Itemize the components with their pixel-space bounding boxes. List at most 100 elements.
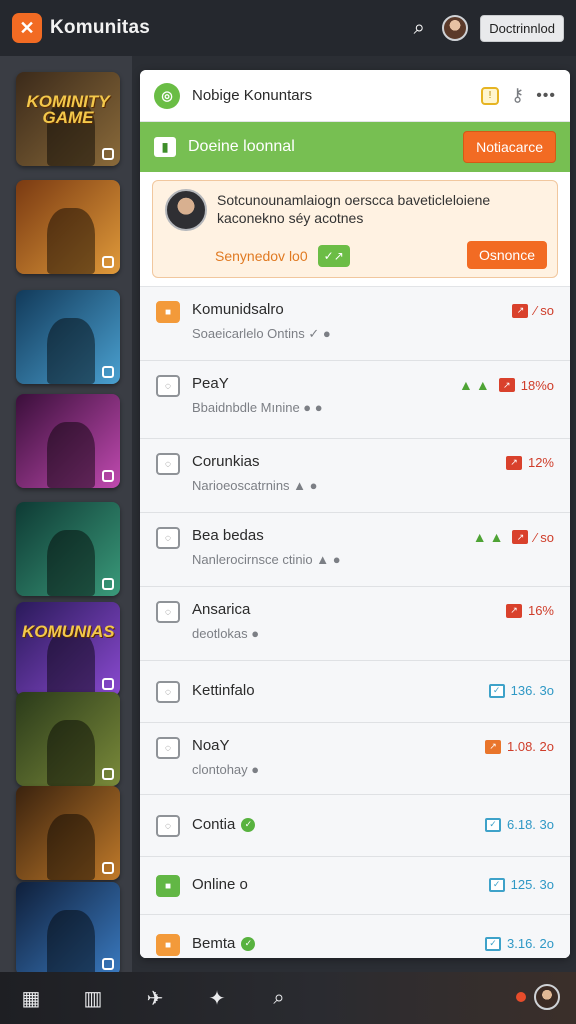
thumbnail-tag-icon <box>102 366 114 378</box>
item-title: Bea bedas <box>192 527 264 544</box>
item-stats: ✓ 3.16. 2o <box>485 936 554 951</box>
list-item[interactable]: ◌ Corunkias Narioeoscatrnins ▲ ● ↗ 12% <box>140 439 570 513</box>
chat-icon: ◌ <box>156 737 180 759</box>
list-item[interactable]: ◌ Contia ✓ ✓ 6.18. 3o <box>140 795 570 857</box>
status-tag-icon: ✓ <box>485 817 501 832</box>
check-icon: ✓ <box>241 936 256 951</box>
game-thumbnail[interactable]: KOMINITY GAME <box>16 72 120 166</box>
item-title: Ansarica <box>192 601 250 618</box>
item-title: Komunidsalro <box>192 301 284 318</box>
notice-chip[interactable]: ✓↗ <box>317 245 350 267</box>
game-thumbnail[interactable] <box>16 882 120 976</box>
status-tag-icon: ✓ <box>488 683 505 698</box>
user-avatar[interactable] <box>442 15 469 41</box>
list-item[interactable]: ◌ Kettinfalo ✓ 136. 3o <box>140 661 570 723</box>
status-tag-icon: ↗ <box>505 603 522 618</box>
item-value: 16% <box>527 603 554 618</box>
green-banner: ▮ Doeine loonnal Notiacarce <box>140 122 570 172</box>
logo-icon[interactable]: ✕ <box>12 13 42 43</box>
thumbnail-tag-icon <box>102 578 114 590</box>
item-subtitle: Narioeoscatrnins ▲ ● <box>192 478 318 493</box>
banner-title: Doeine loonnal <box>188 138 295 155</box>
game-rail: KOMINITY GAME KOMUNIAS <box>0 56 132 976</box>
header-tools: ! ⚷ ••• <box>481 85 556 106</box>
character-art <box>47 422 96 488</box>
top-actions: ⌕ Doctrinnlod <box>408 14 564 42</box>
bottom-avatar[interactable] <box>534 984 560 1010</box>
character-art <box>47 318 96 384</box>
notice-button[interactable]: Osnonce <box>466 241 547 269</box>
item-stats: ✓ 136. 3o <box>488 683 554 698</box>
item-subtitle: Soaeicarlelo Ontins ✓ ● <box>192 326 331 341</box>
notice-card: Sotcunounamlaiogn oerscca baveticleloien… <box>152 180 558 278</box>
status-tag-icon: ↗ <box>485 739 501 754</box>
item-title-text: Contia <box>192 816 236 833</box>
windows-icon[interactable]: ▦ <box>0 986 62 1011</box>
game-thumbnail[interactable] <box>16 180 120 274</box>
item-stats: ▲▲ ↗ ∕ so <box>473 529 554 545</box>
chat-icon: ■ <box>156 301 180 323</box>
list-item[interactable]: ◌ NoaY clontohay ● ↗ 1.08. 2o <box>140 723 570 795</box>
list-item[interactable]: ■ Online o ✓ 125. 3o <box>140 857 570 915</box>
check-icon: ✓ <box>241 817 256 832</box>
item-value: 18%o <box>520 377 554 393</box>
game-thumbnail[interactable] <box>16 502 120 596</box>
game-thumbnail[interactable] <box>16 692 120 786</box>
item-title-text: Kettinfalo <box>192 682 255 699</box>
character-art <box>47 814 96 880</box>
list-item[interactable]: ■ Bemta ✓ ✓ 3.16. 2o <box>140 915 570 958</box>
list-item[interactable]: ◌ Ansarica deotlokas ● ↗ 16% <box>140 587 570 661</box>
game-thumbnail[interactable] <box>16 394 120 488</box>
thumbnail-tag-icon <box>102 256 114 268</box>
item-stats: ↗ 1.08. 2o <box>485 739 554 754</box>
thumbnail-title: KOMINITY GAME <box>26 92 110 127</box>
item-value: 125. 3o <box>510 877 554 892</box>
trend-up-icon: ▲▲ <box>472 529 507 545</box>
list-item[interactable]: ■ Komunidsalro Soaeicarlelo Ontins ✓ ● ↗ ∕ s… <box>140 287 570 361</box>
item-subtitle: clontohay ● <box>192 762 260 777</box>
item-stats: ✓ 125. 3o <box>488 877 554 892</box>
status-tag-icon: ↗ <box>512 303 529 318</box>
item-value: ∕ so <box>534 529 554 545</box>
game-thumbnail[interactable] <box>16 290 120 384</box>
thumbnail-tag-icon <box>102 958 114 970</box>
item-title: Bemta ✓ <box>192 935 256 952</box>
community-icon: ◎ <box>154 82 180 109</box>
item-stats: ✓ 6.18. 3o <box>485 817 554 832</box>
chat-icon: ■ <box>156 875 180 897</box>
item-title: Kettinfalo <box>192 682 255 699</box>
item-title-text: Online o <box>192 876 248 893</box>
trend-up-icon: ▲▲ <box>459 377 493 393</box>
item-title-text: PeaY <box>192 375 229 392</box>
notice-text: Sotcunounamlaiogn oerscca baveticleloien… <box>217 192 491 226</box>
game-thumbnail[interactable]: KOMUNIAS <box>16 602 120 696</box>
list-item[interactable]: ◌ Bea bedas Nanlerocirnsce ctinio ▲ ● ▲▲ ↗ ∕ … <box>140 513 570 587</box>
item-value: 136. 3o <box>510 683 554 698</box>
banner-button[interactable]: Notiacarce <box>463 131 556 163</box>
badge-icon[interactable]: ! <box>481 86 499 105</box>
star-icon[interactable]: ✦ <box>186 986 248 1011</box>
chat-icon: ◌ <box>156 681 180 703</box>
item-value: 6.18. 3o <box>507 817 554 832</box>
book-icon[interactable]: ▥ <box>62 986 124 1011</box>
key-icon[interactable]: ⚷ <box>511 85 524 106</box>
search-icon[interactable]: ⌕ <box>248 987 310 1010</box>
status-tag-icon: ✓ <box>488 877 505 892</box>
item-title-text: Bemta <box>192 935 236 952</box>
item-stats: ↗ ∕ so <box>512 303 554 318</box>
chat-icon: ◌ <box>156 601 180 623</box>
chat-icon: ■ <box>156 934 180 956</box>
item-stats: ▲▲ ↗ 18%o <box>459 377 554 393</box>
item-title-text: Corunkias <box>192 453 260 470</box>
download-button[interactable]: Doctrinnlod <box>480 14 564 42</box>
status-tag-icon: ✓ <box>485 936 501 951</box>
game-thumbnail[interactable] <box>16 786 120 880</box>
panel-header: ◎ Nobige Konuntars ! ⚷ ••• <box>140 70 570 122</box>
item-value: ∕ so <box>534 303 554 318</box>
status-tag-icon: ↗ <box>498 378 515 392</box>
twitter-icon[interactable]: ✈ <box>124 986 186 1011</box>
search-icon[interactable]: ⌕ <box>408 17 430 40</box>
more-icon[interactable]: ••• <box>536 87 556 105</box>
list-item[interactable]: ◌ PeaY Bbaidnbdle Mınine ● ● ▲▲ ↗ 18%o <box>140 361 570 439</box>
thumbnail-tag-icon <box>102 678 114 690</box>
